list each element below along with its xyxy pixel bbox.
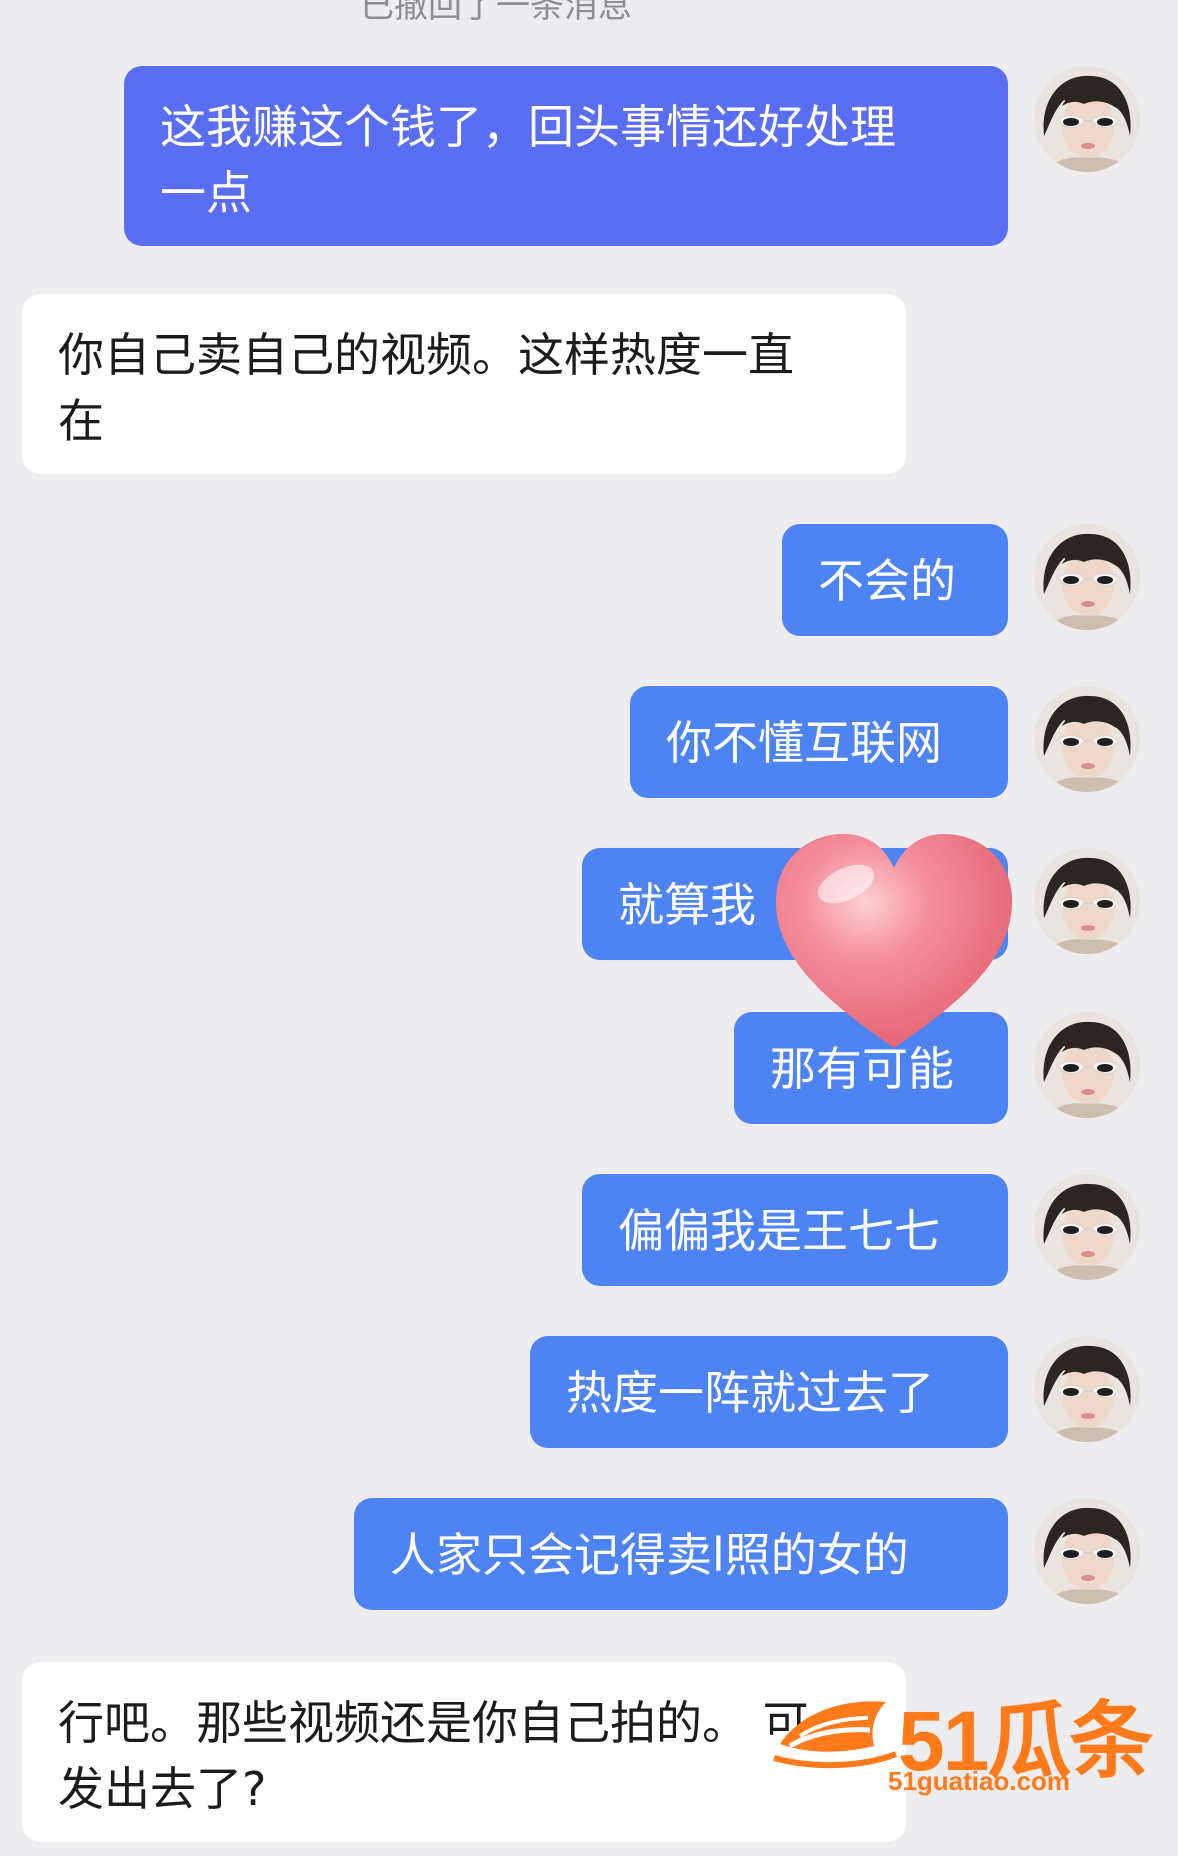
avatar[interactable] [1034,686,1140,792]
avatar[interactable] [1034,1174,1140,1280]
user-avatar-icon [1034,524,1140,630]
avatar[interactable] [1034,524,1140,630]
avatar[interactable] [1034,1012,1140,1118]
watermark-url: 51guatiao.com [888,1766,1071,1796]
user-avatar-icon [1034,1498,1140,1604]
message-bubble-outgoing[interactable]: 这我赚这个钱了，回头事情还好处理 一点 [124,66,1008,246]
user-avatar-icon [1034,1174,1140,1280]
user-avatar-icon [1034,848,1140,954]
message-bubble-outgoing[interactable]: 人家只会记得卖l照的女的 [354,1498,1008,1610]
message-bubble-incoming[interactable]: 你自己卖自己的视频。这样热度一直 在 [22,294,906,474]
avatar[interactable] [1034,848,1140,954]
message-bubble-outgoing[interactable]: 偏偏我是王七七 [582,1174,1008,1286]
message-bubble-outgoing[interactable]: 不会的 [782,524,1008,636]
user-avatar-icon [1034,1012,1140,1118]
message-bubble-outgoing[interactable]: 你不懂互联网 [630,686,1008,798]
heart-icon [775,833,1013,1048]
user-avatar-icon [1034,66,1140,172]
avatar[interactable] [1034,1498,1140,1604]
watermark: 51瓜条 51guatiao.com [770,1680,1153,1804]
avatar[interactable] [1034,1336,1140,1442]
user-avatar-icon [1034,686,1140,792]
avatar[interactable] [1034,66,1140,172]
user-avatar-icon [1034,1336,1140,1442]
fish-icon [773,1701,898,1769]
recall-notice: 已撤回了一条消息 [360,0,632,26]
heart-sticker [768,826,1020,1058]
message-bubble-outgoing[interactable]: 热度一阵就过去了 [530,1336,1008,1448]
